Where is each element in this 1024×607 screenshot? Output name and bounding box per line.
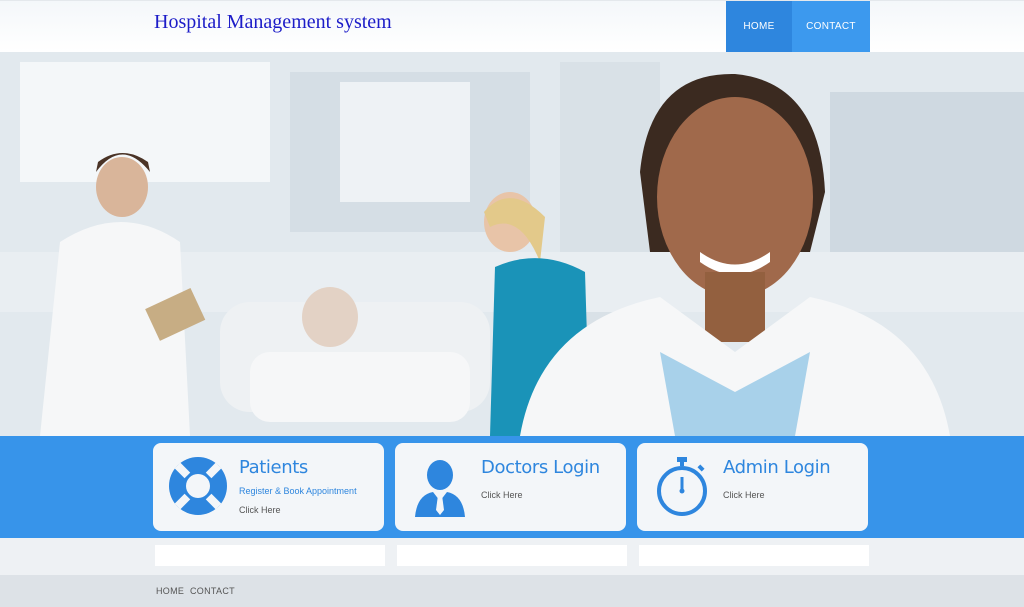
top-nav: HOME CONTACT [726,1,870,52]
footer-home-link[interactable]: HOME [156,586,184,596]
hero-image [0,52,1024,436]
site-title: Hospital Management system [154,11,392,33]
footer-contact-link[interactable]: CONTACT [190,586,235,596]
nav-home-link[interactable]: HOME [726,1,792,52]
doctors-login-card[interactable]: Doctors Login Click Here [395,443,626,531]
patients-card-title: Patients [239,457,308,478]
patients-card-subtitle[interactable]: Register & Book Appointment [239,486,357,496]
admin-click-here-link[interactable]: Click Here [723,490,765,500]
admin-login-card[interactable]: Admin Login Click Here [637,443,868,531]
site-header: Hospital Management system HOME CONTACT [0,0,1024,52]
patients-click-here-link[interactable]: Click Here [239,505,281,515]
content-panel [639,545,869,566]
content-panel [155,545,385,566]
doctors-click-here-link[interactable]: Click Here [481,490,523,500]
content-panel [397,545,627,566]
stopwatch-icon [651,455,713,517]
patients-card[interactable]: Patients Register & Book Appointment Cli… [153,443,384,531]
doctors-login-card-title: Doctors Login [481,457,600,478]
admin-login-card-title: Admin Login [723,457,831,478]
doctor-icon [409,455,471,517]
nav-contact-link[interactable]: CONTACT [792,1,870,52]
lifebuoy-icon [167,455,229,517]
site-footer: HOME CONTACT [0,575,1024,607]
